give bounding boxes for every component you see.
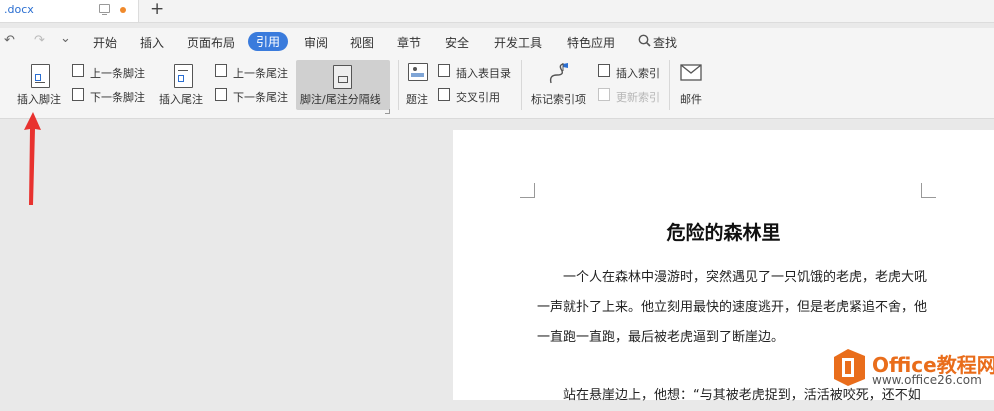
insert-index-icon <box>598 64 610 77</box>
mail-label: 邮件 <box>680 93 702 106</box>
tab-review[interactable]: 审阅 <box>304 34 328 51</box>
tab-view[interactable]: 视图 <box>350 34 374 51</box>
red-arrow-annotation <box>24 112 41 205</box>
crop-mark <box>921 183 936 198</box>
mark-index-icon <box>549 63 568 84</box>
search-label[interactable]: 查找 <box>653 34 677 51</box>
caption-image-icon <box>408 63 428 81</box>
document-title: 危险的森林里 <box>666 222 781 244</box>
mark-index-entry-label: 标记索引项 <box>531 93 586 106</box>
insert-toc-figures-label: 插入表目录 <box>456 67 511 80</box>
crop-mark <box>520 183 535 198</box>
ribbon-separator <box>398 60 399 110</box>
prev-footnote-label: 上一条脚注 <box>90 67 145 80</box>
ribbon-separator <box>669 60 670 110</box>
tab-page-layout[interactable]: 页面布局 <box>187 34 235 51</box>
dialog-launcher-icon[interactable] <box>385 109 390 114</box>
update-index-icon <box>598 88 610 101</box>
insert-endnote-label: 插入尾注 <box>159 93 203 106</box>
tab-references[interactable]: 引用 <box>248 32 289 51</box>
caption-label: 题注 <box>406 93 428 106</box>
document-paragraph: 站在悬崖边上，他想：“与其被老虎捉到，活活被咬死，还不如 <box>563 388 921 403</box>
prev-endnote-icon <box>215 64 227 77</box>
next-footnote-label: 下一条脚注 <box>90 91 145 104</box>
insert-index-label: 插入索引 <box>616 67 660 80</box>
tab-developer[interactable]: 开发工具 <box>494 34 542 51</box>
ribbon-separator <box>521 60 522 110</box>
watermark-url: www.office26.com <box>872 373 982 387</box>
separator-doc-icon <box>333 65 352 89</box>
prev-endnote-label: 上一条尾注 <box>233 67 288 80</box>
next-endnote-icon <box>215 88 227 101</box>
tab-chapter[interactable]: 章节 <box>397 34 421 51</box>
new-tab-button[interactable]: + <box>150 0 164 19</box>
unsaved-dot-icon <box>120 7 126 13</box>
ribbon-references: 插入脚注 上一条脚注 下一条脚注 插入尾注 上一条尾注 下一条尾注 脚注/尾注分… <box>0 54 994 119</box>
mail-icon <box>680 64 702 81</box>
footnote-separator-button[interactable]: 脚注/尾注分隔线 <box>296 60 390 110</box>
tab-bar: .docx + <box>0 0 994 23</box>
next-endnote-label: 下一条尾注 <box>233 91 288 104</box>
update-index-label: 更新索引 <box>616 91 660 104</box>
tab-home[interactable]: 开始 <box>93 34 117 51</box>
search-icon[interactable] <box>638 34 651 47</box>
prev-footnote-icon <box>72 64 84 77</box>
cross-reference-label: 交叉引用 <box>456 91 500 104</box>
tab-security[interactable]: 安全 <box>445 34 469 51</box>
endnote-doc-icon <box>174 64 193 88</box>
tab-insert[interactable]: 插入 <box>140 34 164 51</box>
menu-bar: ↶ ↷ ⌄ 开始 插入 页面布局 引用 审阅 视图 章节 安全 开发工具 特色应… <box>0 28 994 54</box>
next-footnote-icon <box>72 88 84 101</box>
footnote-separator-label: 脚注/尾注分隔线 <box>300 93 381 106</box>
toc-figures-icon <box>438 64 450 77</box>
cross-reference-icon <box>438 88 450 101</box>
monitor-icon[interactable] <box>99 4 110 15</box>
tab-special-apps[interactable]: 特色应用 <box>567 34 615 51</box>
quick-access-more-icon[interactable]: ⌄ <box>60 31 71 46</box>
document-paragraph: 一个人在森林中漫游时，突然遇见了一只饥饿的老虎，老虎大吼一声就扑了上来。他立刻用… <box>537 270 928 345</box>
office-logo-icon <box>834 349 865 386</box>
